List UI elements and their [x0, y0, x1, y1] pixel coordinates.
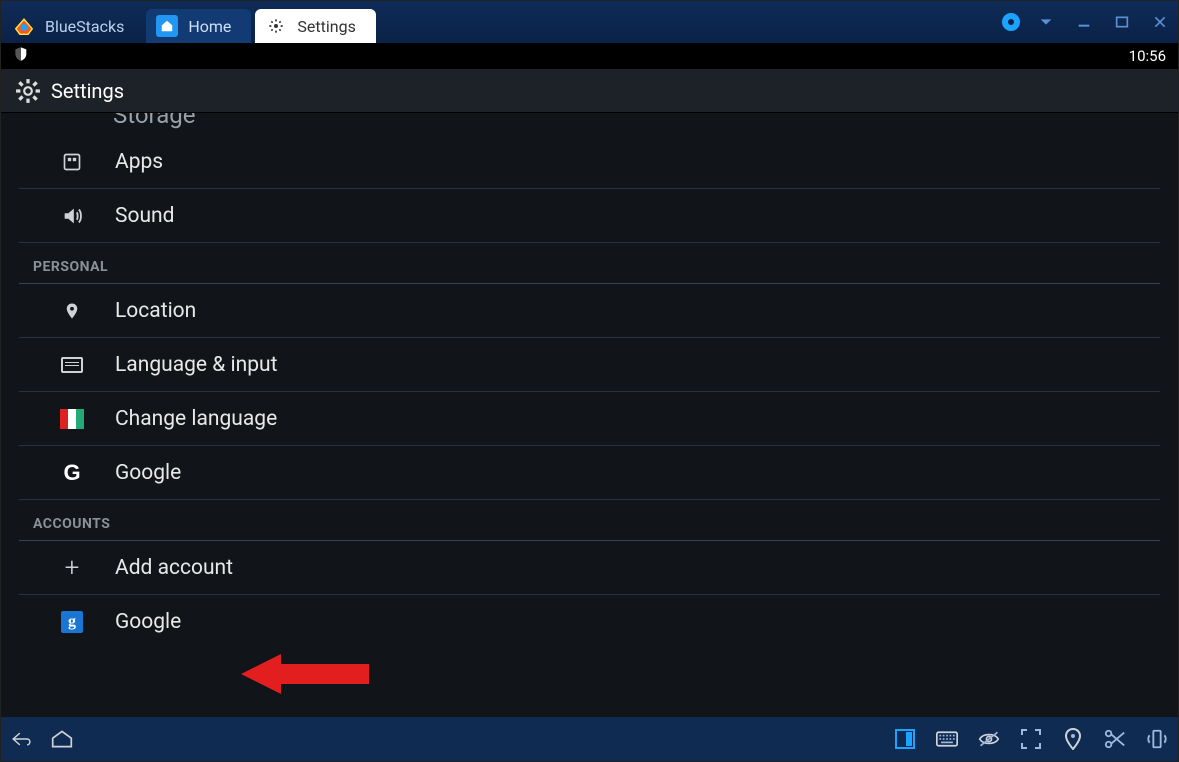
settings-item-label: Sound: [115, 204, 174, 228]
settings-item-label: Location: [115, 299, 196, 323]
minimize-button[interactable]: [1072, 10, 1096, 34]
settings-item-apps[interactable]: Apps: [19, 135, 1160, 189]
settings-title: Settings: [51, 79, 124, 103]
settings-item-location[interactable]: Location: [19, 284, 1160, 338]
visibility-off-icon[interactable]: [978, 728, 1000, 750]
cutoff-item: Storage: [19, 113, 1160, 135]
android-statusbar: 10:56: [1, 43, 1178, 69]
close-button[interactable]: [1148, 10, 1172, 34]
settings-item-google[interactable]: G Google: [19, 446, 1160, 500]
tab-home-label: Home: [188, 17, 231, 36]
settings-item-label: Change language: [115, 407, 277, 431]
location-icon: [59, 298, 85, 324]
status-time: 10:56: [1129, 47, 1166, 65]
settings-item-label: Google: [115, 461, 181, 485]
brand-tab: BlueStacks: [9, 9, 142, 43]
notification-dot-icon[interactable]: [1002, 13, 1020, 31]
gear-icon: [265, 15, 287, 37]
tab-home[interactable]: Home: [146, 9, 251, 43]
flag-icon: [59, 406, 85, 432]
settings-item-label: Language & input: [115, 353, 277, 377]
apps-icon: [59, 149, 85, 175]
tab-settings[interactable]: Settings: [255, 9, 375, 43]
settings-item-sound[interactable]: Sound: [19, 189, 1160, 243]
bluestacks-logo-icon: [13, 15, 35, 37]
settings-item-language-input[interactable]: Language & input: [19, 338, 1160, 392]
settings-header: Settings: [1, 69, 1178, 113]
settings-item-change-language[interactable]: Change language: [19, 392, 1160, 446]
home-nav-icon[interactable]: [51, 728, 73, 750]
window-controls: [1002, 1, 1172, 43]
section-title-accounts: ACCOUNTS: [19, 500, 1160, 541]
settings-list[interactable]: Storage Apps Sound PERSONAL Location Lan…: [1, 113, 1178, 717]
settings-item-label: Google: [115, 610, 181, 634]
sound-icon: [59, 203, 85, 229]
window-chrome: BlueStacks Home Settings: [1, 1, 1178, 43]
back-icon[interactable]: [11, 728, 33, 750]
settings-item-label: Apps: [115, 150, 163, 174]
brand-label: BlueStacks: [45, 17, 124, 36]
annotation-arrow-icon: [241, 649, 371, 699]
settings-item-label: Add account: [115, 556, 233, 580]
location-nav-icon[interactable]: [1062, 728, 1084, 750]
scissors-icon[interactable]: [1104, 728, 1126, 750]
settings-item-google-account[interactable]: g Google: [19, 595, 1160, 649]
android-navbar: [1, 717, 1178, 761]
settings-item-add-account[interactable]: + Add account: [19, 541, 1160, 595]
google-blue-icon: g: [59, 609, 85, 635]
dropdown-icon[interactable]: [1034, 10, 1058, 34]
fullscreen-icon[interactable]: [1020, 728, 1042, 750]
shield-icon: [13, 45, 29, 67]
device-shake-icon[interactable]: [1146, 728, 1168, 750]
maximize-button[interactable]: [1110, 10, 1134, 34]
gear-icon: [15, 78, 41, 104]
section-title-personal: PERSONAL: [19, 243, 1160, 284]
keyboard-nav-icon[interactable]: [936, 728, 958, 750]
window-toggle-icon[interactable]: [894, 728, 916, 750]
plus-icon: +: [59, 555, 85, 581]
keyboard-icon: [59, 352, 85, 378]
google-g-icon: G: [59, 460, 85, 486]
home-icon: [156, 15, 178, 37]
tab-settings-label: Settings: [297, 17, 355, 36]
